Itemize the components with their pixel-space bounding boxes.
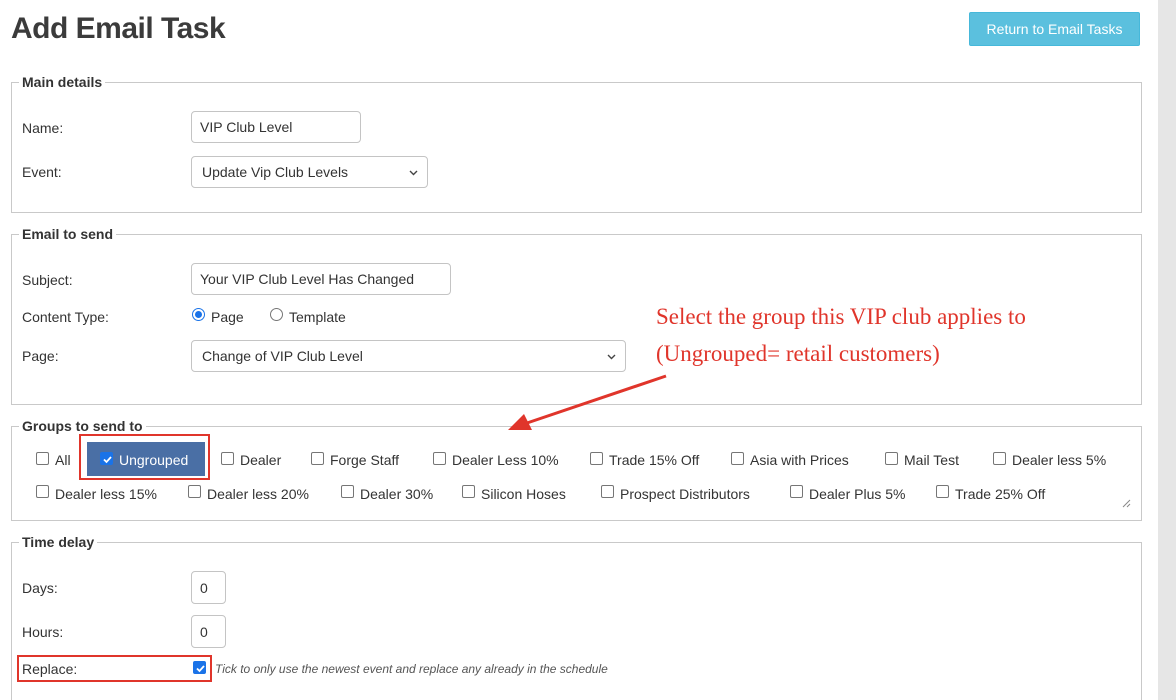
annotation-arrow-icon bbox=[508, 374, 667, 430]
